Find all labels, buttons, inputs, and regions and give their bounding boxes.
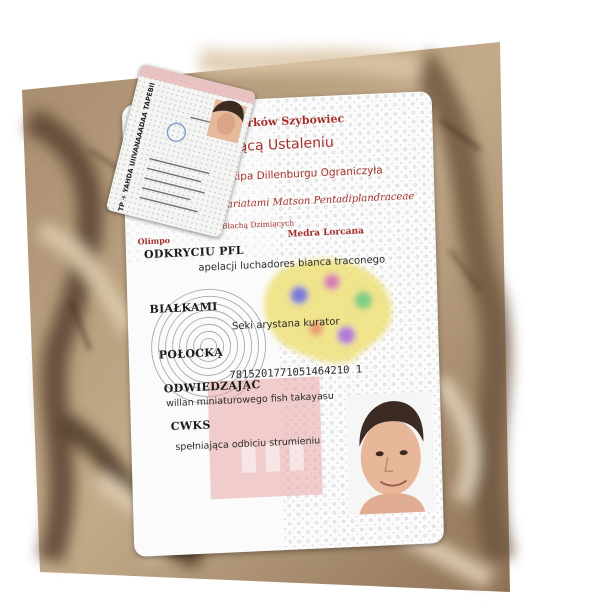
field-label-5: CWKS: [170, 418, 211, 434]
header-olimp: Olimpo: [137, 235, 171, 247]
field-label-2: BIAŁKAMI: [149, 299, 218, 317]
field-label-3: POŁOCKĄ: [158, 345, 224, 362]
scene: Piotrków Szybowiec szczącą Ustaleniu le …: [0, 0, 600, 612]
portrait-photo: [346, 391, 436, 516]
